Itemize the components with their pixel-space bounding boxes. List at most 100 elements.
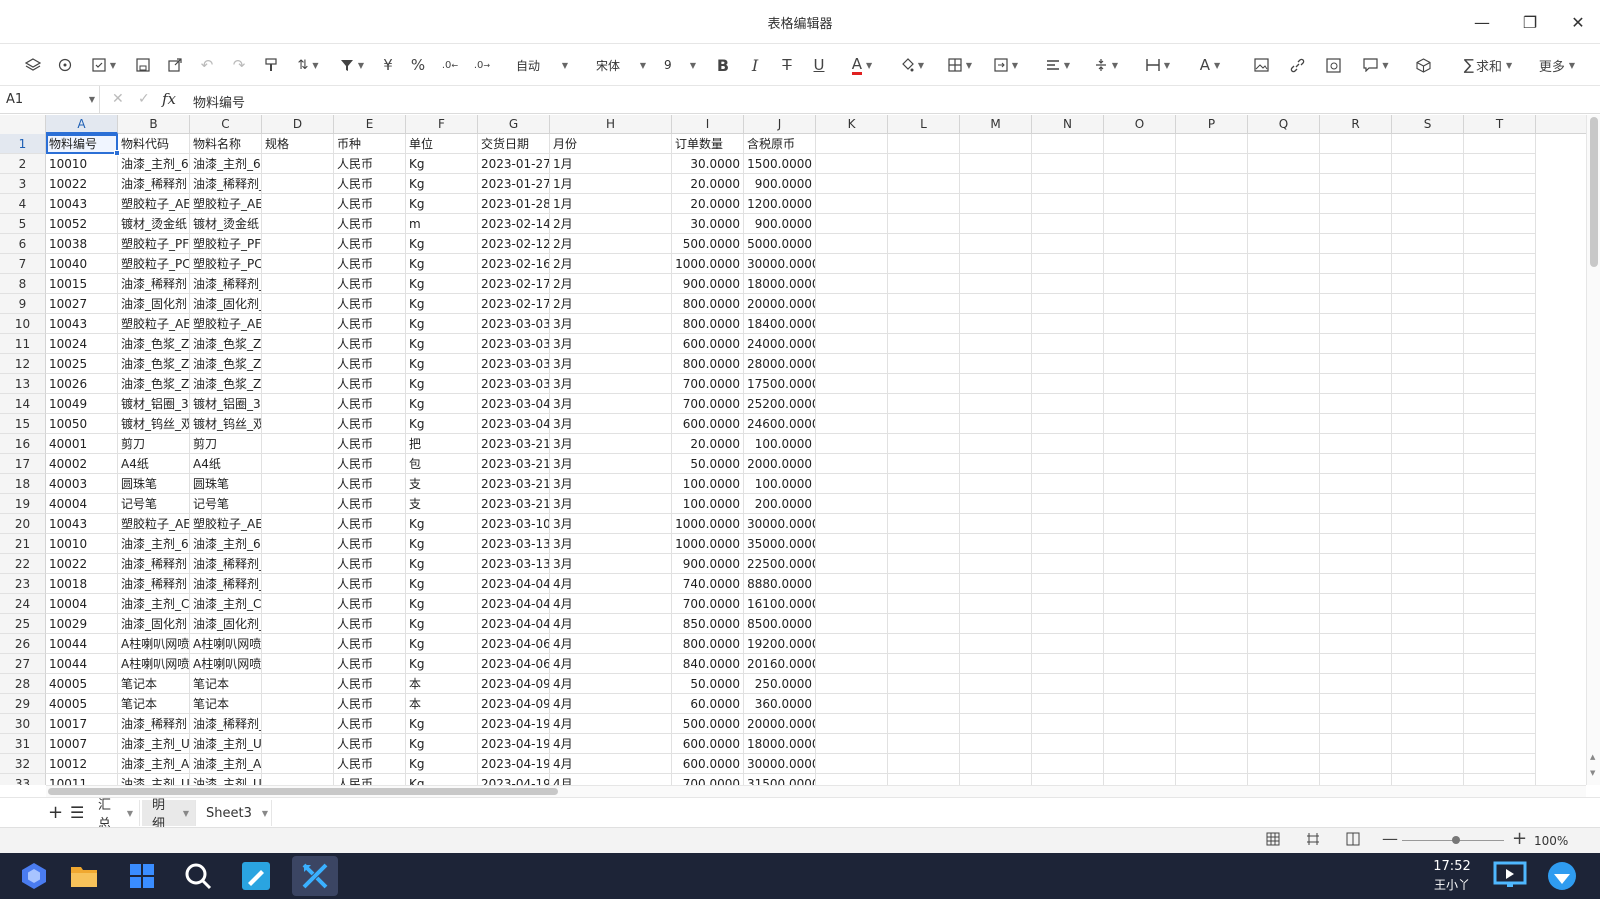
- column-header-b[interactable]: B: [118, 115, 190, 134]
- cell-q14[interactable]: [1248, 394, 1320, 414]
- cell-e16[interactable]: 人民币: [334, 434, 406, 454]
- cell-i12[interactable]: 800.0000: [672, 354, 744, 374]
- cell-o10[interactable]: [1104, 314, 1176, 334]
- row-header[interactable]: 10: [0, 314, 46, 334]
- cell-j18[interactable]: 100.0000: [744, 474, 816, 494]
- cell-k11[interactable]: [816, 334, 888, 354]
- cell-t1[interactable]: [1464, 134, 1536, 154]
- cell-j24[interactable]: 16100.0000: [744, 594, 816, 614]
- cell-s28[interactable]: [1392, 674, 1464, 694]
- cell-t12[interactable]: [1464, 354, 1536, 374]
- cell-c24[interactable]: 油漆_主剂_C: [190, 594, 262, 614]
- cell-n11[interactable]: [1032, 334, 1104, 354]
- row-header[interactable]: 31: [0, 734, 46, 754]
- cell-r16[interactable]: [1320, 434, 1392, 454]
- cell-j28[interactable]: 250.0000: [744, 674, 816, 694]
- cell-s17[interactable]: [1392, 454, 1464, 474]
- cell-t16[interactable]: [1464, 434, 1536, 454]
- cell-a27[interactable]: 10044: [46, 654, 118, 674]
- cell-d8[interactable]: [262, 274, 334, 294]
- cell-d5[interactable]: [262, 214, 334, 234]
- cell-i16[interactable]: 20.0000: [672, 434, 744, 454]
- cell-l4[interactable]: [888, 194, 960, 214]
- cell-o26[interactable]: [1104, 634, 1176, 654]
- cell-g30[interactable]: 2023-04-19: [478, 714, 550, 734]
- cell-c12[interactable]: 油漆_色浆_Z: [190, 354, 262, 374]
- cell-m20[interactable]: [960, 514, 1032, 534]
- cell-g3[interactable]: 2023-01-27: [478, 174, 550, 194]
- text-style-icon[interactable]: A ▼: [1190, 52, 1230, 78]
- cell-d22[interactable]: [262, 554, 334, 574]
- cell-o12[interactable]: [1104, 354, 1176, 374]
- cell-m7[interactable]: [960, 254, 1032, 274]
- cell-i4[interactable]: 20.0000: [672, 194, 744, 214]
- cell-s4[interactable]: [1392, 194, 1464, 214]
- cell-g9[interactable]: 2023-02-17: [478, 294, 550, 314]
- cell-n32[interactable]: [1032, 754, 1104, 774]
- cell-p26[interactable]: [1176, 634, 1248, 654]
- cell-s30[interactable]: [1392, 714, 1464, 734]
- cell-a26[interactable]: 10044: [46, 634, 118, 654]
- decimal-increase-button[interactable]: .0 ←: [438, 52, 462, 78]
- cell-e30[interactable]: 人民币: [334, 714, 406, 734]
- cell-c14[interactable]: 镀材_铝圈_3: [190, 394, 262, 414]
- cell-i5[interactable]: 30.0000: [672, 214, 744, 234]
- editor-app-icon[interactable]: [236, 856, 276, 896]
- cell-a4[interactable]: 10043: [46, 194, 118, 214]
- cell-b30[interactable]: 油漆_稀释剂: [118, 714, 190, 734]
- start-menu-icon[interactable]: [14, 856, 54, 896]
- cell-j13[interactable]: 17500.0000: [744, 374, 816, 394]
- cell-f28[interactable]: 本: [406, 674, 478, 694]
- cell-e29[interactable]: 人民币: [334, 694, 406, 714]
- cell-j9[interactable]: 20000.0000: [744, 294, 816, 314]
- cell-d13[interactable]: [262, 374, 334, 394]
- cell-k3[interactable]: [816, 174, 888, 194]
- cell-j22[interactable]: 22500.0000: [744, 554, 816, 574]
- cell-j31[interactable]: 18000.0000: [744, 734, 816, 754]
- cell-q6[interactable]: [1248, 234, 1320, 254]
- cell-d17[interactable]: [262, 454, 334, 474]
- cell-i15[interactable]: 600.0000: [672, 414, 744, 434]
- cell-c25[interactable]: 油漆_固化剂_: [190, 614, 262, 634]
- cell-k14[interactable]: [816, 394, 888, 414]
- cell-p7[interactable]: [1176, 254, 1248, 274]
- cell-p6[interactable]: [1176, 234, 1248, 254]
- cell-c2[interactable]: 油漆_主剂_6: [190, 154, 262, 174]
- cell-t26[interactable]: [1464, 634, 1536, 654]
- cell-n18[interactable]: [1032, 474, 1104, 494]
- cell-q28[interactable]: [1248, 674, 1320, 694]
- cell-d26[interactable]: [262, 634, 334, 654]
- cell-n16[interactable]: [1032, 434, 1104, 454]
- cell-a3[interactable]: 10022: [46, 174, 118, 194]
- cell-p13[interactable]: [1176, 374, 1248, 394]
- cell-m11[interactable]: [960, 334, 1032, 354]
- column-header-j[interactable]: J: [744, 115, 816, 134]
- cell-r7[interactable]: [1320, 254, 1392, 274]
- cell-q15[interactable]: [1248, 414, 1320, 434]
- cell-i27[interactable]: 840.0000: [672, 654, 744, 674]
- cell-c30[interactable]: 油漆_稀释剂_: [190, 714, 262, 734]
- cell-b9[interactable]: 油漆_固化剂: [118, 294, 190, 314]
- cell-e12[interactable]: 人民币: [334, 354, 406, 374]
- cell-k28[interactable]: [816, 674, 888, 694]
- cell-t15[interactable]: [1464, 414, 1536, 434]
- cell-o24[interactable]: [1104, 594, 1176, 614]
- row-header[interactable]: 15: [0, 414, 46, 434]
- export-icon[interactable]: [162, 52, 188, 78]
- cell-h15[interactable]: 3月: [550, 414, 672, 434]
- cell-g19[interactable]: 2023-03-21: [478, 494, 550, 514]
- cell-n17[interactable]: [1032, 454, 1104, 474]
- cell-j10[interactable]: 18400.0000: [744, 314, 816, 334]
- cell-e26[interactable]: 人民币: [334, 634, 406, 654]
- cell-h28[interactable]: 4月: [550, 674, 672, 694]
- cell-a12[interactable]: 10025: [46, 354, 118, 374]
- cell-e10[interactable]: 人民币: [334, 314, 406, 334]
- bold-button[interactable]: B: [710, 52, 736, 78]
- column-header-i[interactable]: I: [672, 115, 744, 134]
- cell-m9[interactable]: [960, 294, 1032, 314]
- cell-s29[interactable]: [1392, 694, 1464, 714]
- cell-g6[interactable]: 2023-02-12: [478, 234, 550, 254]
- save-icon[interactable]: [130, 52, 156, 78]
- cell-s27[interactable]: [1392, 654, 1464, 674]
- cell-d14[interactable]: [262, 394, 334, 414]
